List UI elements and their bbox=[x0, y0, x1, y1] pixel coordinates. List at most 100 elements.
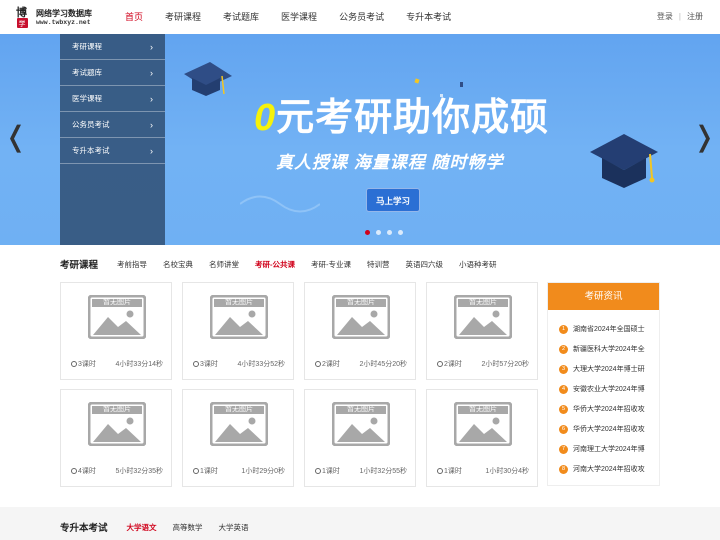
course-card[interactable]: 暂无图片 1课时 1小时29分0秒 bbox=[182, 389, 294, 487]
course-meta: 2课时 2小时45分20秒 bbox=[315, 359, 407, 369]
course-thumbnail: 暂无图片 bbox=[209, 401, 269, 447]
svg-text:学: 学 bbox=[19, 19, 26, 28]
placeholder-label: 暂无图片 bbox=[103, 406, 131, 413]
news-item-title: 湖南省2024年全国硕士 bbox=[573, 326, 645, 333]
course-meta: 3课时 4小时33分52秒 bbox=[193, 359, 285, 369]
course-tab[interactable]: 名师讲堂 bbox=[209, 259, 239, 270]
side-menu-label: 专升本考试 bbox=[72, 146, 110, 155]
course-card[interactable]: 暂无图片 1课时 1小时32分55秒 bbox=[304, 389, 416, 487]
course-thumbnail: 暂无图片 bbox=[453, 401, 513, 447]
start-learning-button[interactable]: 马上学习 bbox=[366, 188, 420, 212]
chevron-right-icon: › bbox=[150, 68, 153, 78]
course-tab[interactable]: 考研-公共课 bbox=[255, 259, 295, 270]
news-item[interactable]: 8 河南大学2024年招收攻 bbox=[548, 460, 659, 480]
logo-url: www.twbxyz.net bbox=[36, 19, 91, 26]
upgrade-tab[interactable]: 大学英语 bbox=[219, 522, 249, 533]
news-item-title: 河南大学2024年招收攻 bbox=[573, 466, 645, 473]
course-thumbnail: 暂无图片 bbox=[331, 401, 391, 447]
news-index-badge: 3 bbox=[559, 365, 568, 374]
course-card[interactable]: 暂无图片 2课时 2小时57分20秒 bbox=[426, 282, 538, 380]
side-menu-label: 医学课程 bbox=[72, 94, 102, 103]
carousel-dot[interactable] bbox=[398, 230, 403, 235]
side-menu-item[interactable]: 医学课程 › bbox=[60, 86, 165, 112]
side-menu-label: 考试题库 bbox=[72, 68, 102, 77]
news-index-badge: 8 bbox=[559, 465, 568, 474]
carousel-dot[interactable] bbox=[365, 230, 370, 235]
login-link[interactable]: 登录 bbox=[657, 11, 673, 22]
nav-item[interactable]: 考试题库 bbox=[212, 0, 270, 34]
hero-banner[interactable]: 考研课程 › 考试题库 › 医学课程 › 公务员考试 › 专升本考试 › 0元考研助你成硕 真人授… bbox=[0, 34, 720, 245]
course-tab[interactable]: 名校宝典 bbox=[163, 259, 193, 270]
nav-item[interactable]: 考研课程 bbox=[154, 0, 212, 34]
svg-text:博: 博 bbox=[16, 5, 27, 19]
course-duration: 2小时45分20秒 bbox=[359, 361, 407, 368]
course-thumbnail: 暂无图片 bbox=[87, 294, 147, 340]
news-item[interactable]: 7 河南理工大学2024年博 bbox=[548, 440, 659, 460]
course-tab[interactable]: 特训营 bbox=[367, 259, 390, 270]
nav-item[interactable]: 医学课程 bbox=[270, 0, 328, 34]
carousel-dot[interactable] bbox=[387, 230, 392, 235]
news-item[interactable]: 2 新疆医科大学2024年全 bbox=[548, 340, 659, 360]
course-card[interactable]: 暂无图片 3课时 4小时33分14秒 bbox=[60, 282, 172, 380]
nav-item[interactable]: 专升本考试 bbox=[395, 0, 462, 34]
news-item[interactable]: 4 安徽农业大学2024年博 bbox=[548, 380, 659, 400]
side-menu-item[interactable]: 专升本考试 › bbox=[60, 138, 165, 164]
banner-headline-text: 元考研助你成硕 bbox=[276, 97, 550, 139]
main-nav: 首页 考研课程 考试题库 医学课程 公务员考试 专升本考试 bbox=[114, 0, 462, 34]
course-tabs: 考前指导 名校宝典 名师讲堂 考研-公共课 考研-专业课 特训营 英语四六级 小语种考研 bbox=[117, 259, 513, 270]
course-section-title: 考研课程 bbox=[60, 260, 99, 271]
course-meta: 2课时 2小时57分20秒 bbox=[437, 359, 529, 369]
course-card[interactable]: 暂无图片 4课时 5小时32分35秒 bbox=[60, 389, 172, 487]
course-card[interactable]: 暂无图片 1课时 1小时30分4秒 bbox=[426, 389, 538, 487]
upgrade-tab[interactable]: 高等数学 bbox=[173, 522, 203, 533]
course-thumbnail: 暂无图片 bbox=[331, 294, 391, 340]
graduation-cap-right-icon bbox=[590, 134, 658, 188]
side-menu-item[interactable]: 公务员考试 › bbox=[60, 112, 165, 138]
course-tab[interactable]: 考前指导 bbox=[117, 259, 147, 270]
news-index-badge: 6 bbox=[559, 425, 568, 434]
upgrade-tab[interactable]: 大学语文 bbox=[127, 522, 157, 533]
side-menu-label: 公务员考试 bbox=[72, 120, 110, 129]
placeholder-label: 暂无图片 bbox=[103, 299, 131, 306]
lesson-count: 3课时 bbox=[200, 361, 218, 368]
clock-icon bbox=[437, 467, 443, 474]
course-tab[interactable]: 小语种考研 bbox=[459, 259, 497, 270]
clock-icon bbox=[315, 360, 321, 367]
nav-item[interactable]: 首页 bbox=[114, 0, 154, 34]
side-menu-item[interactable]: 考研课程 › bbox=[60, 34, 165, 60]
site-logo[interactable]: 博 学 网络学习数据库 www.twbxyz.net bbox=[14, 5, 114, 29]
news-item[interactable]: 5 华侨大学2024年招收攻 bbox=[548, 400, 659, 420]
banner-headline-zero: 0 bbox=[254, 97, 277, 139]
news-index-badge: 2 bbox=[559, 345, 568, 354]
lesson-count: 1课时 bbox=[322, 468, 340, 475]
clock-icon bbox=[71, 467, 77, 474]
carousel-prev-icon[interactable]: ❬ bbox=[4, 120, 27, 153]
news-panel: 考研资讯 1 湖南省2024年全国硕士 2 新疆医科大学2024年全 3 大理大学2024… bbox=[547, 282, 660, 486]
clock-icon bbox=[437, 360, 443, 367]
news-item[interactable]: 1 湖南省2024年全国硕士 bbox=[548, 320, 659, 340]
news-item-title: 安徽农业大学2024年博 bbox=[573, 386, 645, 393]
nav-item[interactable]: 公务员考试 bbox=[328, 0, 395, 34]
course-tab[interactable]: 考研-专业课 bbox=[311, 259, 351, 270]
carousel-dots bbox=[365, 230, 409, 235]
chevron-right-icon: › bbox=[150, 94, 153, 104]
carousel-dot[interactable] bbox=[376, 230, 381, 235]
side-menu-item[interactable]: 考试题库 › bbox=[60, 60, 165, 86]
news-index-badge: 7 bbox=[559, 445, 568, 454]
news-item[interactable]: 3 大理大学2024年博士研 bbox=[548, 360, 659, 380]
course-tab[interactable]: 英语四六级 bbox=[406, 259, 444, 270]
course-duration: 4小时33分52秒 bbox=[237, 361, 285, 368]
lesson-count: 3课时 bbox=[78, 361, 96, 368]
site-header: 博 学 网络学习数据库 www.twbxyz.net 首页 考研课程 考试题库 医学课… bbox=[0, 0, 720, 34]
news-item-title: 大理大学2024年博士研 bbox=[573, 366, 645, 373]
carousel-next-icon[interactable]: ❭ bbox=[693, 120, 716, 153]
course-duration: 1小时30分4秒 bbox=[485, 468, 529, 475]
course-card[interactable]: 暂无图片 2课时 2小时45分20秒 bbox=[304, 282, 416, 380]
lesson-count: 4课时 bbox=[78, 468, 96, 475]
banner-headline: 0元考研助你成硕 bbox=[254, 86, 549, 141]
course-card[interactable]: 暂无图片 3课时 4小时33分52秒 bbox=[182, 282, 294, 380]
register-link[interactable]: 注册 bbox=[687, 11, 703, 22]
wave-decoration bbox=[240, 195, 320, 213]
news-item[interactable]: 6 华侨大学2024年招收攻 bbox=[548, 420, 659, 440]
course-thumbnail: 暂无图片 bbox=[453, 294, 513, 340]
